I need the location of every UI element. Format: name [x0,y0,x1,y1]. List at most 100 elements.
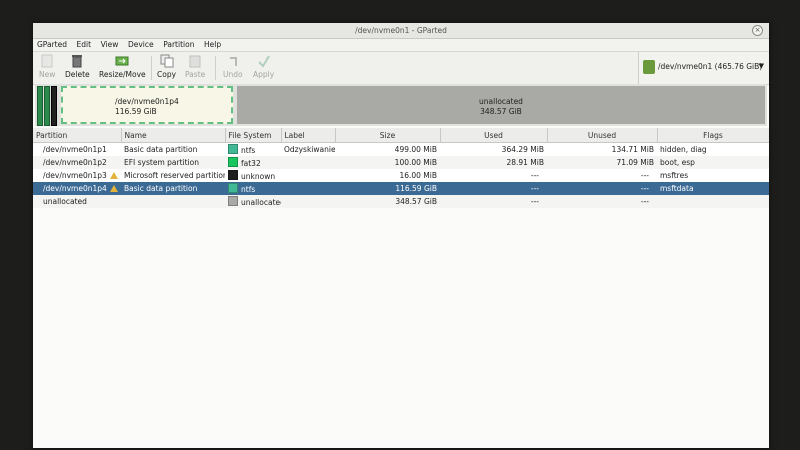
copy-icon [160,54,174,68]
cell-size: 348.57 GiB [335,195,440,208]
delete-button[interactable]: Delete [65,54,90,79]
column-header-label[interactable]: Label [281,128,336,143]
cell-filesystem: fat32 [225,156,281,169]
apply-button[interactable]: Apply [253,54,274,79]
delete-icon [72,55,83,68]
cell-unused: --- [547,195,657,208]
copy-button[interactable]: Copy [157,54,176,79]
copy-label: Copy [157,70,177,79]
cell-unused: 71.09 MiB [547,156,657,169]
cell-partition: /dev/nvme0n1p4 [33,182,121,195]
cell-unused: --- [547,182,657,195]
table-row[interactable]: /dev/nvme0n1p2 EFI system partition fat3… [33,156,769,169]
cell-label [281,169,335,182]
close-icon[interactable]: × [752,25,763,36]
cell-name: Basic data partition [121,142,225,156]
unallocated-block-size: 348.57 GiB [480,107,522,116]
table-row[interactable]: /dev/nvme0n1p3 Microsoft reserved partit… [33,169,769,182]
cell-label [281,195,335,208]
disk-map: /dev/nvme0n1p4 116.59 GiB unallocated 34… [35,84,767,126]
cell-used: --- [440,182,547,195]
cell-filesystem-text: fat32 [241,159,261,168]
paste-icon [189,55,201,68]
partition-block-size: 116.59 GiB [115,107,157,116]
cell-unused: --- [547,169,657,182]
cell-label: Odzyskiwanie [281,142,335,156]
partition-block-p4[interactable]: /dev/nvme0n1p4 116.59 GiB [61,86,233,124]
undo-label: Undo [223,70,243,79]
partition-block-p1[interactable] [37,86,43,126]
cell-name: Basic data partition [121,182,225,195]
cell-filesystem: ntfs [225,182,281,195]
cell-label [281,182,335,195]
menu-gparted[interactable]: GParted [37,39,67,51]
menu-edit[interactable]: Edit [77,39,92,51]
checkmark-icon [257,55,270,68]
cell-partition: /dev/nvme0n1p3 [33,169,121,182]
cell-name: Microsoft reserved partition [121,169,225,182]
column-header-partition[interactable]: Partition [33,128,122,143]
new-button[interactable]: New [39,54,55,79]
warning-icon [109,185,118,192]
partition-block-name: /dev/nvme0n1p4 [115,97,179,106]
menu-device[interactable]: Device [128,39,154,51]
undo-icon [229,57,237,66]
undo-button[interactable]: Undo [223,54,243,79]
cell-flags: msftdata [657,182,769,195]
cell-used: --- [440,169,547,182]
device-label: /dev/nvme0n1 (465.76 GiB) [658,62,762,71]
new-label: New [39,70,56,79]
column-header-filesystem[interactable]: File System [225,128,282,143]
device-name: /dev/nvme0n1 [658,62,713,71]
cell-partition-text: /dev/nvme0n1p3 [43,171,107,180]
ntfs-swatch [228,183,238,193]
cell-filesystem: ntfs [225,142,281,156]
cell-used: 364.29 MiB [440,142,547,156]
cell-used: --- [440,195,547,208]
column-header-unused[interactable]: Unused [547,128,658,143]
cell-filesystem-text: unallocated [241,198,281,207]
cell-name [121,195,225,208]
fat32-swatch [228,157,238,167]
window-title: /dev/nvme0n1 - GParted [355,26,447,35]
disk-icon [643,60,655,74]
column-header-used[interactable]: Used [440,128,548,143]
device-selector[interactable]: /dev/nvme0n1 (465.76 GiB) ▼ [638,52,769,84]
table-row-selected[interactable]: /dev/nvme0n1p4 Basic data partition ntfs… [33,182,769,195]
table-header: Partition Name File System Label Size Us… [33,128,769,143]
toolbar-separator [215,56,216,80]
partition-block-p3[interactable] [51,86,57,126]
new-icon [41,54,53,68]
dropdown-arrow-icon: ▼ [758,62,764,70]
paste-button[interactable]: Paste [185,54,205,79]
table-row[interactable]: /dev/nvme0n1p1 Basic data partition ntfs… [33,142,769,156]
cell-label [281,156,335,169]
delete-label: Delete [65,70,90,79]
resize-move-button[interactable]: Resize/Move [99,54,146,79]
unallocated-block[interactable]: unallocated 348.57 GiB [237,86,765,124]
menu-view[interactable]: View [101,39,119,51]
cell-flags [657,195,769,208]
table-row[interactable]: unallocated unallocated 348.57 GiB --- -… [33,195,769,208]
toolbar: New Delete Resize/Move Copy Paste Undo A… [33,52,769,85]
cell-size: 100.00 MiB [335,156,440,169]
cell-partition: unallocated [33,195,121,208]
cell-name: EFI system partition [121,156,225,169]
menu-help[interactable]: Help [204,39,221,51]
cell-filesystem: unknown [225,169,281,182]
menu-partition[interactable]: Partition [163,39,194,51]
cell-filesystem: unallocated [225,195,281,208]
partition-table: Partition Name File System Label Size Us… [33,128,769,208]
device-size: (465.76 GiB) [714,62,763,71]
cell-size: 116.59 GiB [335,182,440,195]
apply-label: Apply [253,70,275,79]
cell-filesystem-text: ntfs [241,146,256,155]
column-header-size[interactable]: Size [335,128,441,143]
cell-filesystem-text: ntfs [241,185,256,194]
resize-icon [115,56,129,66]
column-header-flags[interactable]: Flags [657,128,769,143]
cell-used: 28.91 MiB [440,156,547,169]
paste-label: Paste [185,70,206,79]
column-header-name[interactable]: Name [121,128,226,143]
partition-block-p2[interactable] [44,86,50,126]
